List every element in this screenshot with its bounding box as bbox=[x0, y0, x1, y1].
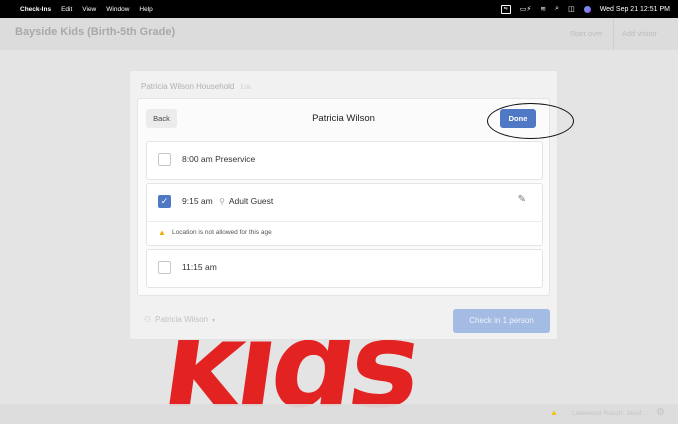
header-divider bbox=[613, 18, 614, 50]
gear-icon[interactable]: ⚙ bbox=[656, 407, 665, 418]
event-card-915[interactable]: ✓ 9:15 am ⚲ Adult Guest ✎ ▲ Location is … bbox=[146, 183, 543, 246]
event-location: Adult Guest bbox=[228, 196, 274, 206]
location-pin-icon: ⚲ bbox=[219, 197, 225, 206]
annotation-circle bbox=[487, 103, 574, 139]
menubar-clock[interactable]: Wed Sep 21 12:51 PM bbox=[600, 6, 670, 13]
app-header: Bayside Kids (Birth-5th Grade) Start ove… bbox=[0, 18, 678, 50]
wifi-icon[interactable]: ≋ bbox=[540, 5, 546, 13]
battery-icon[interactable]: ▭⚡ bbox=[520, 5, 532, 13]
household-name: Patricia Wilson Household bbox=[141, 82, 235, 91]
event-time: 9:15 am bbox=[182, 196, 213, 206]
warning-icon: ▲ bbox=[158, 228, 166, 237]
start-over-button[interactable]: Start over bbox=[570, 29, 603, 38]
person-selector-label: Patricia Wilson bbox=[155, 315, 209, 324]
bottom-status-bar: ▲ Lakewood Ranch: Janet ... ⚙ bbox=[0, 404, 678, 424]
add-person-icon: ⚇ bbox=[144, 315, 152, 324]
system-menubar: Check-Ins Edit View Window Help ⇋ ▭⚡ ≋ ⌕… bbox=[0, 0, 678, 18]
siri-icon[interactable] bbox=[583, 5, 591, 13]
event-label: 8:00 am Preservice bbox=[182, 154, 256, 164]
edit-household-link[interactable]: Edit bbox=[241, 85, 251, 91]
screen-icon[interactable]: ⇋ bbox=[500, 4, 511, 14]
menu-app-name[interactable]: Check-Ins bbox=[20, 6, 51, 13]
menu-help[interactable]: Help bbox=[139, 6, 152, 13]
location-label[interactable]: Lakewood Ranch: Janet ... bbox=[572, 410, 649, 417]
event-row[interactable]: ✓ 9:15 am ⚲ Adult Guest ✎ bbox=[147, 184, 542, 221]
event-label: 9:15 am ⚲ Adult Guest bbox=[182, 196, 273, 206]
menu-edit[interactable]: Edit bbox=[61, 6, 72, 13]
event-row[interactable]: 11:15 am bbox=[147, 250, 542, 287]
chevron-down-icon: ▾ bbox=[212, 318, 216, 324]
warning-icon: ▲ bbox=[550, 408, 558, 417]
event-checkbox[interactable] bbox=[158, 153, 171, 166]
household-modal: Patricia Wilson Household Edit Back Patr… bbox=[129, 70, 574, 340]
event-checkbox-checked[interactable]: ✓ bbox=[158, 195, 171, 208]
add-visitor-button[interactable]: Add visitor bbox=[622, 29, 657, 38]
event-card-1115[interactable]: 11:15 am bbox=[146, 249, 543, 288]
pencil-icon[interactable]: ✎ bbox=[518, 194, 526, 205]
warning-text: Location is not allowed for this age bbox=[172, 229, 272, 236]
menubar-status-area: ⇋ ▭⚡ ≋ ⌕ ◫ Wed Sep 21 12:51 PM bbox=[500, 0, 670, 18]
event-label: 11:15 am bbox=[182, 262, 217, 272]
panel-header: Back Patricia Wilson Done bbox=[138, 99, 574, 139]
event-card-preservice[interactable]: 8:00 am Preservice bbox=[146, 141, 543, 180]
person-panel: Back Patricia Wilson Done 8:00 am Preser… bbox=[137, 98, 574, 296]
household-title: Patricia Wilson Household Edit bbox=[141, 82, 251, 91]
menu-view[interactable]: View bbox=[82, 6, 96, 13]
person-selector[interactable]: ⚇ Patricia Wilson ▾ bbox=[138, 309, 238, 331]
menu-window[interactable]: Window bbox=[106, 6, 129, 13]
page-title: Bayside Kids (Birth-5th Grade) bbox=[15, 26, 176, 38]
check-in-button[interactable]: Check in 1 person bbox=[453, 309, 550, 333]
event-checkbox[interactable] bbox=[158, 261, 171, 274]
spotlight-search-icon[interactable]: ⌕ bbox=[555, 5, 559, 13]
control-center-icon[interactable]: ◫ bbox=[568, 5, 575, 13]
location-warning: ▲ Location is not allowed for this age bbox=[147, 221, 542, 245]
event-row[interactable]: 8:00 am Preservice bbox=[147, 142, 542, 179]
